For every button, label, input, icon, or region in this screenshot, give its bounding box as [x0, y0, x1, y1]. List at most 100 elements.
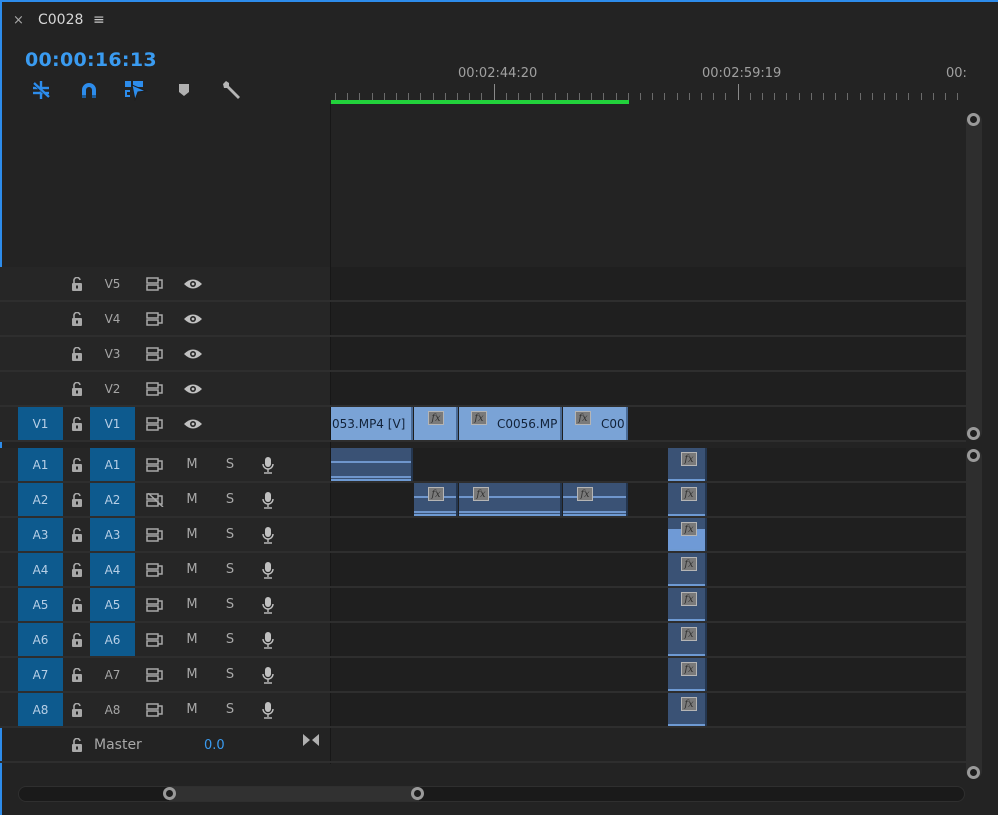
track-lane[interactable]: fx	[331, 553, 966, 586]
sync-lock-icon[interactable]	[146, 596, 164, 614]
track-target-v1[interactable]: V1	[90, 407, 135, 440]
mute-button[interactable]: M	[184, 492, 200, 507]
track-target-a7[interactable]: A7	[90, 658, 135, 691]
track-target-a1[interactable]: A1	[90, 448, 135, 481]
voiceover-record-icon[interactable]	[259, 491, 277, 509]
sync-lock-icon[interactable]	[146, 666, 164, 684]
sync-lock-icon[interactable]	[146, 310, 164, 328]
track-lane[interactable]	[331, 302, 966, 335]
collapse-tracks-icon[interactable]	[302, 732, 320, 751]
scroll-thumb[interactable]	[169, 787, 419, 801]
track-lane[interactable]: fx fx fx fx	[331, 483, 966, 516]
track-lane[interactable]: 053.MP4 [V] fx fx C0056.MP fx C00	[331, 407, 966, 440]
voiceover-record-icon[interactable]	[259, 561, 277, 579]
voiceover-record-icon[interactable]	[259, 456, 277, 474]
master-volume-value[interactable]: 0.0	[204, 738, 225, 753]
lock-icon[interactable]	[68, 736, 86, 754]
sync-lock-icon[interactable]	[146, 380, 164, 398]
track-lane[interactable]: fx	[331, 518, 966, 551]
audio-clip[interactable]: fx	[668, 483, 707, 516]
video-clip[interactable]: fx C00	[563, 407, 628, 440]
solo-button[interactable]: S	[222, 457, 238, 472]
eye-visibility-icon[interactable]	[182, 380, 204, 398]
eye-visibility-icon[interactable]	[182, 345, 204, 363]
lock-icon[interactable]	[68, 631, 86, 649]
sync-lock-icon[interactable]	[146, 415, 164, 433]
lock-icon[interactable]	[68, 596, 86, 614]
solo-button[interactable]: S	[222, 597, 238, 612]
lock-icon[interactable]	[68, 666, 86, 684]
eye-visibility-icon[interactable]	[182, 415, 204, 433]
mute-button[interactable]: M	[184, 702, 200, 717]
source-patch-a2[interactable]: A2	[18, 483, 63, 516]
close-tab-button[interactable]: ×	[13, 13, 24, 28]
video-clip[interactable]: fx	[414, 407, 458, 440]
playhead-timecode[interactable]: 00:00:16:13	[25, 49, 157, 71]
source-patch-a7[interactable]: A7	[18, 658, 63, 691]
audio-clip[interactable]: fx	[668, 448, 707, 481]
mute-button[interactable]: M	[184, 527, 200, 542]
mute-button[interactable]: M	[184, 667, 200, 682]
scroll-handle-top[interactable]	[967, 113, 980, 126]
track-lane[interactable]	[331, 267, 966, 300]
track-target-a5[interactable]: A5	[90, 588, 135, 621]
mute-button[interactable]: M	[184, 597, 200, 612]
track-target-a6[interactable]: A6	[90, 623, 135, 656]
source-patch-a1[interactable]: A1	[18, 448, 63, 481]
audio-clip[interactable]: fx	[668, 553, 707, 586]
audio-clip[interactable]: fx	[668, 693, 707, 726]
lock-icon[interactable]	[68, 345, 86, 363]
solo-button[interactable]: S	[222, 667, 238, 682]
track-target-v5[interactable]: V5	[90, 267, 135, 300]
sync-lock-icon[interactable]	[146, 275, 164, 293]
source-patch-a3[interactable]: A3	[18, 518, 63, 551]
solo-button[interactable]: S	[222, 632, 238, 647]
track-lane[interactable]	[331, 372, 966, 405]
track-target-a4[interactable]: A4	[90, 553, 135, 586]
voiceover-record-icon[interactable]	[259, 526, 277, 544]
sync-lock-icon[interactable]	[146, 491, 164, 509]
track-lane[interactable]: fx	[331, 588, 966, 621]
lock-icon[interactable]	[68, 561, 86, 579]
eye-visibility-icon[interactable]	[182, 310, 204, 328]
audio-clip[interactable]: fx	[668, 623, 707, 656]
track-target-v4[interactable]: V4	[90, 302, 135, 335]
lock-icon[interactable]	[68, 456, 86, 474]
solo-button[interactable]: S	[222, 527, 238, 542]
track-lane[interactable]: fx	[331, 693, 966, 726]
track-target-a2[interactable]: A2	[90, 483, 135, 516]
audio-clip[interactable]: fx	[563, 483, 628, 516]
horizontal-zoom-scrollbar[interactable]	[18, 786, 965, 802]
panel-menu-icon[interactable]: ≡	[93, 12, 105, 28]
sync-lock-icon[interactable]	[146, 701, 164, 719]
audio-clip[interactable]: fx	[459, 483, 562, 516]
sync-lock-icon[interactable]	[146, 456, 164, 474]
track-target-a8[interactable]: A8	[90, 693, 135, 726]
voiceover-record-icon[interactable]	[259, 631, 277, 649]
audio-clip[interactable]: fx	[668, 588, 707, 621]
lock-icon[interactable]	[68, 310, 86, 328]
timeline-settings-button[interactable]	[219, 79, 243, 101]
source-patch-a5[interactable]: A5	[18, 588, 63, 621]
source-patch-a6[interactable]: A6	[18, 623, 63, 656]
scroll-handle-top[interactable]	[967, 449, 980, 462]
audio-clip[interactable]: fx	[668, 658, 707, 691]
solo-button[interactable]: S	[222, 492, 238, 507]
sequence-tab-title[interactable]: C0028	[38, 12, 83, 28]
source-patch-a4[interactable]: A4	[18, 553, 63, 586]
scroll-handle-bottom[interactable]	[967, 427, 980, 440]
lock-icon[interactable]	[68, 526, 86, 544]
video-clip[interactable]: fx C0056.MP	[459, 407, 562, 440]
zoom-handle-left[interactable]	[163, 787, 176, 800]
insert-nest-button[interactable]	[29, 79, 53, 101]
audio-clip[interactable]: fx	[414, 483, 458, 516]
mute-button[interactable]: M	[184, 562, 200, 577]
sync-lock-icon[interactable]	[146, 561, 164, 579]
sync-lock-icon[interactable]	[146, 345, 164, 363]
sync-lock-icon[interactable]	[146, 631, 164, 649]
lock-icon[interactable]	[68, 415, 86, 433]
lock-icon[interactable]	[68, 275, 86, 293]
audio-vertical-scrollbar[interactable]	[966, 449, 982, 779]
snap-button[interactable]	[77, 79, 101, 101]
voiceover-record-icon[interactable]	[259, 666, 277, 684]
